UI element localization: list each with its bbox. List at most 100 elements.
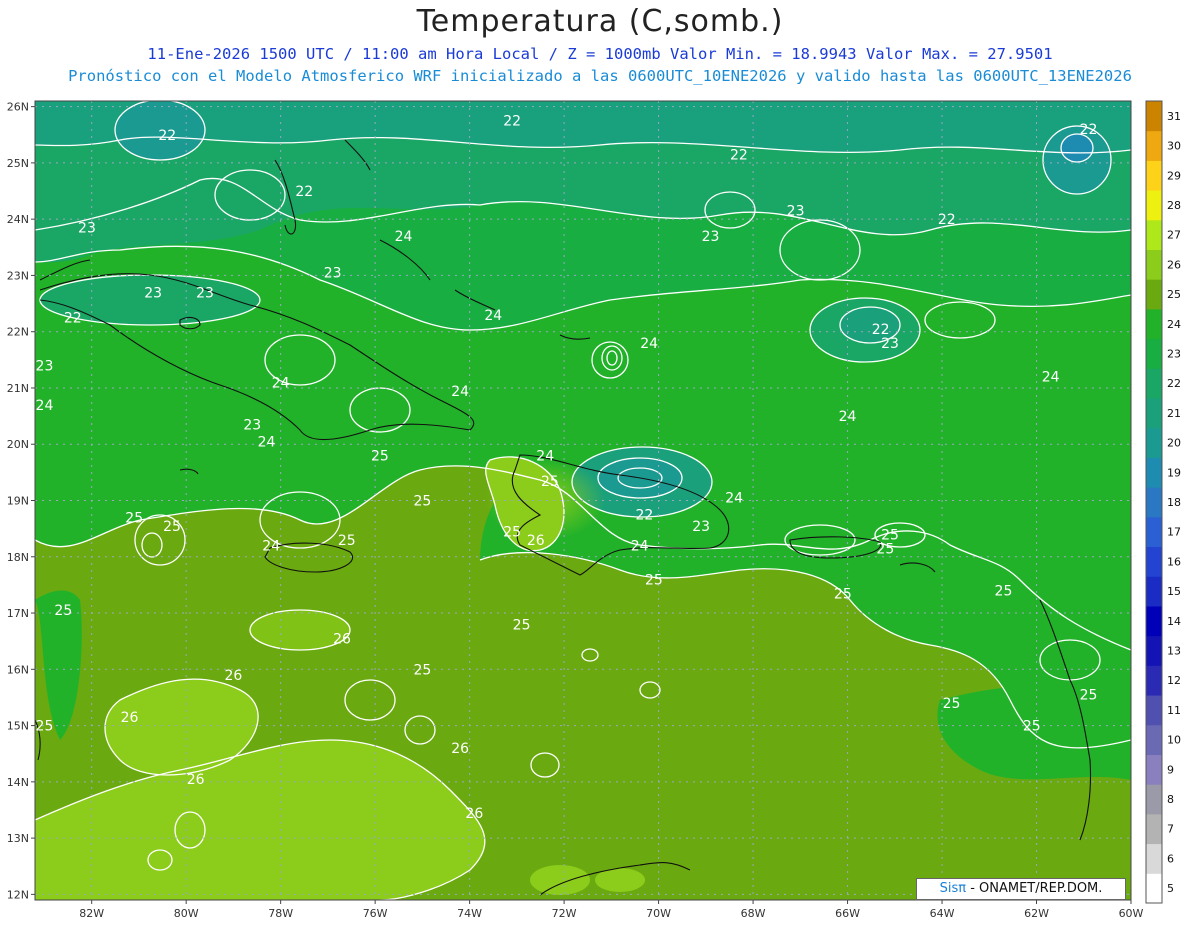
lon-tick-label: 66W [835, 907, 860, 920]
lat-tick-label: 23N [7, 269, 29, 282]
contour-label: 24 [451, 384, 469, 400]
colorbar-swatch [1146, 130, 1162, 161]
colorbar-label: 20 [1167, 437, 1181, 450]
contour-label: 25 [645, 572, 663, 588]
contour-label: 23 [787, 204, 805, 220]
colorbar-label: 19 [1167, 466, 1181, 479]
colorbar-label: 14 [1167, 615, 1181, 628]
contour-label: 26 [465, 806, 483, 822]
longitude-axis: 82W 80W 78W 76W 74W 72W 70W 68W 66W 64W 62W 60W [79, 900, 1144, 920]
contour-label: 22 [158, 128, 176, 144]
contour-label: 25 [876, 541, 894, 557]
contour-label: 24 [1042, 370, 1060, 386]
contour-label: 24 [484, 308, 502, 324]
lat-tick-label: 16N [7, 663, 29, 676]
warm-cell-south2 [530, 865, 590, 895]
contour-label: 23 [324, 266, 342, 282]
contour-label: 25 [36, 719, 54, 735]
colorbar-swatch [1146, 190, 1162, 221]
contour-label: 22 [503, 114, 521, 130]
contour-label: 25 [371, 448, 389, 464]
colorbar-label: 8 [1167, 793, 1174, 806]
contour-label: 25 [513, 617, 531, 633]
credit-text: - ONAMET/REP.DOM. [966, 881, 1103, 896]
contour-label: 25 [541, 474, 559, 490]
contour-label: 25 [943, 696, 961, 712]
colorbar-swatch [1146, 308, 1162, 340]
contour-label: 25 [1080, 688, 1098, 704]
colorbar-swatch [1146, 398, 1162, 429]
lat-tick-label: 19N [7, 495, 29, 508]
lon-tick-label: 70W [646, 907, 671, 920]
lon-tick-label: 76W [363, 907, 388, 920]
contour-label: 24 [36, 398, 54, 414]
contour-label: 22 [64, 311, 82, 327]
contour-label: 23 [78, 221, 96, 237]
contour-label: 24 [272, 375, 290, 391]
credit-box: Sisπ - ONAMET/REP.DOM. [916, 878, 1126, 900]
colorbar-label: 22 [1167, 377, 1181, 390]
temperature-map: 26N 25N 24N 23N 22N 21N 20N 19N 18N 17N 16N 15N 14N 1… [7, 100, 1181, 920]
contour-label: 26 [121, 710, 139, 726]
colorbar-label: 23 [1167, 347, 1181, 360]
lon-tick-label: 82W [79, 907, 104, 920]
colorbar-label: 11 [1167, 704, 1181, 717]
lat-tick-label: 25N [7, 157, 29, 170]
colorbar-label: 13 [1167, 645, 1181, 658]
contour-label: 26 [333, 631, 351, 647]
colorbar-swatch [1146, 219, 1162, 251]
colorbar-label: 9 [1167, 763, 1174, 776]
contour-label: 26 [187, 772, 205, 788]
colorbar-swatch [1146, 160, 1162, 191]
colorbar-label: 21 [1167, 407, 1181, 420]
lat-tick-label: 14N [7, 776, 29, 789]
colorbar-label: 25 [1167, 288, 1181, 301]
contour-label: 23 [702, 229, 720, 245]
colorbar-swatch [1146, 576, 1162, 607]
lon-tick-label: 60W [1119, 907, 1144, 920]
lon-tick-label: 72W [552, 907, 577, 920]
colorbar-swatch [1146, 843, 1162, 874]
colorbar-swatch [1146, 338, 1162, 369]
colorbar-swatch [1146, 754, 1162, 785]
sispi-logo: Sisπ [939, 881, 967, 896]
contour-label: 22 [938, 212, 956, 228]
lat-tick-label: 21N [7, 382, 29, 395]
colorbar-swatch [1146, 605, 1162, 637]
colorbar-label: 7 [1167, 823, 1174, 836]
lat-tick-label: 12N [7, 888, 29, 901]
colorbar-swatch [1146, 249, 1162, 280]
contour-label: 22 [730, 147, 748, 163]
colorbar: 5 6 7 8 9 10 11 12 13 14 15 16 17 18 19 20 21 22 23 24 25 26 2… [1145, 100, 1181, 904]
colorbar-swatch [1146, 724, 1162, 755]
map-subtitle-model: Pronóstico con el Modelo Atmosferico WRF… [68, 67, 1132, 85]
colorbar-swatch [1146, 487, 1162, 518]
colorbar-swatch [1146, 813, 1162, 845]
map-subtitle-time: 11-Ene-2026 1500 UTC / 11:00 am Hora Loc… [147, 45, 1053, 63]
colorbar-label: 16 [1167, 555, 1181, 568]
lon-tick-label: 62W [1024, 907, 1049, 920]
colorbar-swatch [1146, 784, 1162, 815]
contour-label: 25 [413, 494, 431, 510]
contour-label: 25 [54, 603, 72, 619]
lon-tick-label: 74W [457, 907, 482, 920]
contour-label: 24 [640, 336, 658, 352]
colorbar-label: 17 [1167, 526, 1181, 539]
colorbar-swatch [1146, 457, 1162, 488]
contour-label: 23 [692, 519, 710, 535]
contour-label: 25 [503, 524, 521, 540]
lon-tick-label: 64W [930, 907, 955, 920]
colorbar-swatch [1146, 695, 1162, 726]
contour-label: 26 [451, 741, 469, 757]
contour-label: 25 [338, 533, 356, 549]
contour-label: 24 [395, 229, 413, 245]
colorbar-label: 10 [1167, 734, 1181, 747]
lat-tick-label: 13N [7, 832, 29, 845]
lon-tick-label: 80W [174, 907, 199, 920]
contour-label: 25 [995, 584, 1013, 600]
contour-label: 24 [725, 491, 743, 507]
contour-label: 24 [839, 409, 857, 425]
contour-label: 24 [631, 539, 649, 555]
colorbar-swatch [1146, 635, 1162, 666]
contour-label: 24 [258, 434, 276, 450]
